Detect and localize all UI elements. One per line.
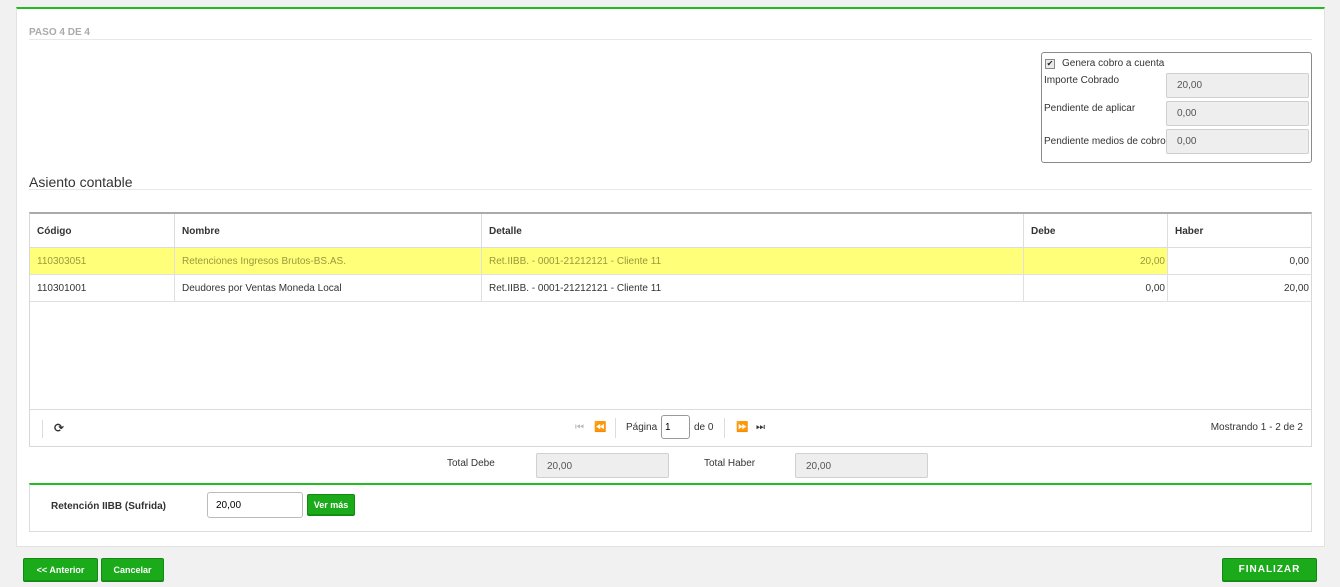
pager-separator	[42, 420, 43, 438]
cell-codigo: 110301001	[30, 275, 175, 301]
col-haber[interactable]: Haber	[1168, 214, 1311, 248]
cell-nombre: Retenciones Ingresos Brutos-BS.AS.	[175, 248, 482, 274]
col-codigo[interactable]: Código	[30, 214, 175, 248]
pendiente-medios-field: 0,00	[1166, 129, 1309, 154]
cobro-a-cuenta-box: ✔ Genera cobro a cuenta Importe Cobrado …	[1041, 52, 1312, 163]
pendiente-aplicar-row: Pendiente de aplicar 0,00	[1044, 101, 1309, 126]
total-debe-field: 20,00	[536, 453, 669, 478]
genera-cobro-checkbox[interactable]: ✔	[1045, 58, 1055, 69]
refresh-icon[interactable]: ⟳	[54, 420, 64, 436]
finalizar-button[interactable]: FINALIZAR	[1222, 558, 1317, 582]
col-debe[interactable]: Debe	[1024, 214, 1168, 248]
cancelar-button[interactable]: Cancelar	[101, 558, 164, 582]
retencion-input[interactable]	[207, 492, 303, 518]
last-page-icon[interactable]: ⏭	[756, 420, 765, 436]
table-row[interactable]: 110301001 Deudores por Ventas Moneda Loc…	[30, 275, 1311, 302]
page-label: Página	[626, 422, 658, 433]
record-count: Mostrando 1 - 2 de 2	[1210, 422, 1303, 433]
col-detalle[interactable]: Detalle	[482, 214, 1024, 248]
cell-codigo: 110303051	[30, 248, 175, 274]
genera-cobro-label: Genera cobro a cuenta	[1062, 58, 1165, 69]
cell-haber[interactable]: 0,00	[1168, 248, 1311, 274]
asiento-grid: Código Nombre Detalle Debe Haber 1103030…	[29, 212, 1312, 447]
asiento-contable-title: Asiento contable	[29, 174, 133, 190]
genera-cobro-checkbox-row[interactable]: ✔ Genera cobro a cuenta	[1045, 58, 1164, 69]
page-number-input[interactable]	[661, 415, 690, 439]
total-haber-field: 20,00	[795, 453, 928, 478]
retencion-box: Retención IIBB (Sufrida) Ver más	[29, 483, 1312, 532]
page-of-label: de 0	[694, 422, 714, 433]
retencion-label: Retención IIBB (Sufrida)	[51, 501, 167, 512]
pendiente-aplicar-label: Pendiente de aplicar	[1044, 102, 1136, 114]
anterior-button[interactable]: << Anterior	[23, 558, 98, 582]
pendiente-medios-row: Pendiente medios de cobro 0,00	[1044, 129, 1309, 154]
ver-mas-button[interactable]: Ver más	[307, 494, 355, 516]
pager-separator	[724, 418, 725, 438]
step-divider	[29, 39, 1312, 40]
pendiente-aplicar-field: 0,00	[1166, 101, 1309, 126]
importe-cobrado-field: 20,00	[1166, 73, 1309, 98]
cell-haber[interactable]: 20,00	[1168, 275, 1311, 301]
grid-pager: ⟳ ⏮ ⏪ Página de 0 ⏩ ⏭ Mostrando 1 - 2 de…	[30, 409, 1311, 446]
step-title: PASO 4 DE 4	[29, 27, 90, 38]
asiento-divider	[29, 189, 1312, 190]
pager-separator	[615, 418, 616, 438]
cell-nombre: Deudores por Ventas Moneda Local	[175, 275, 482, 301]
wizard-panel: PASO 4 DE 4 ✔ Genera cobro a cuenta Impo…	[16, 7, 1325, 547]
importe-cobrado-row: Importe Cobrado 20,00	[1044, 73, 1309, 98]
pendiente-medios-label: Pendiente medios de cobro	[1044, 135, 1166, 147]
cell-detalle: Ret.IIBB. - 0001-21212121 - Cliente 11	[482, 275, 1024, 301]
prev-page-icon[interactable]: ⏪	[594, 420, 606, 436]
total-debe-label: Total Debe	[447, 458, 495, 469]
cell-detalle: Ret.IIBB. - 0001-21212121 - Cliente 11	[482, 248, 1024, 274]
total-haber-label: Total Haber	[704, 458, 756, 469]
importe-cobrado-label: Importe Cobrado	[1044, 74, 1120, 86]
first-page-icon[interactable]: ⏮	[575, 420, 584, 436]
grid-header: Código Nombre Detalle Debe Haber	[30, 214, 1311, 248]
cell-debe[interactable]: 20,00	[1024, 248, 1168, 274]
col-nombre[interactable]: Nombre	[175, 214, 482, 248]
table-row[interactable]: 110303051 Retenciones Ingresos Brutos-BS…	[30, 248, 1311, 275]
next-page-icon[interactable]: ⏩	[736, 420, 748, 436]
cell-debe[interactable]: 0,00	[1024, 275, 1168, 301]
